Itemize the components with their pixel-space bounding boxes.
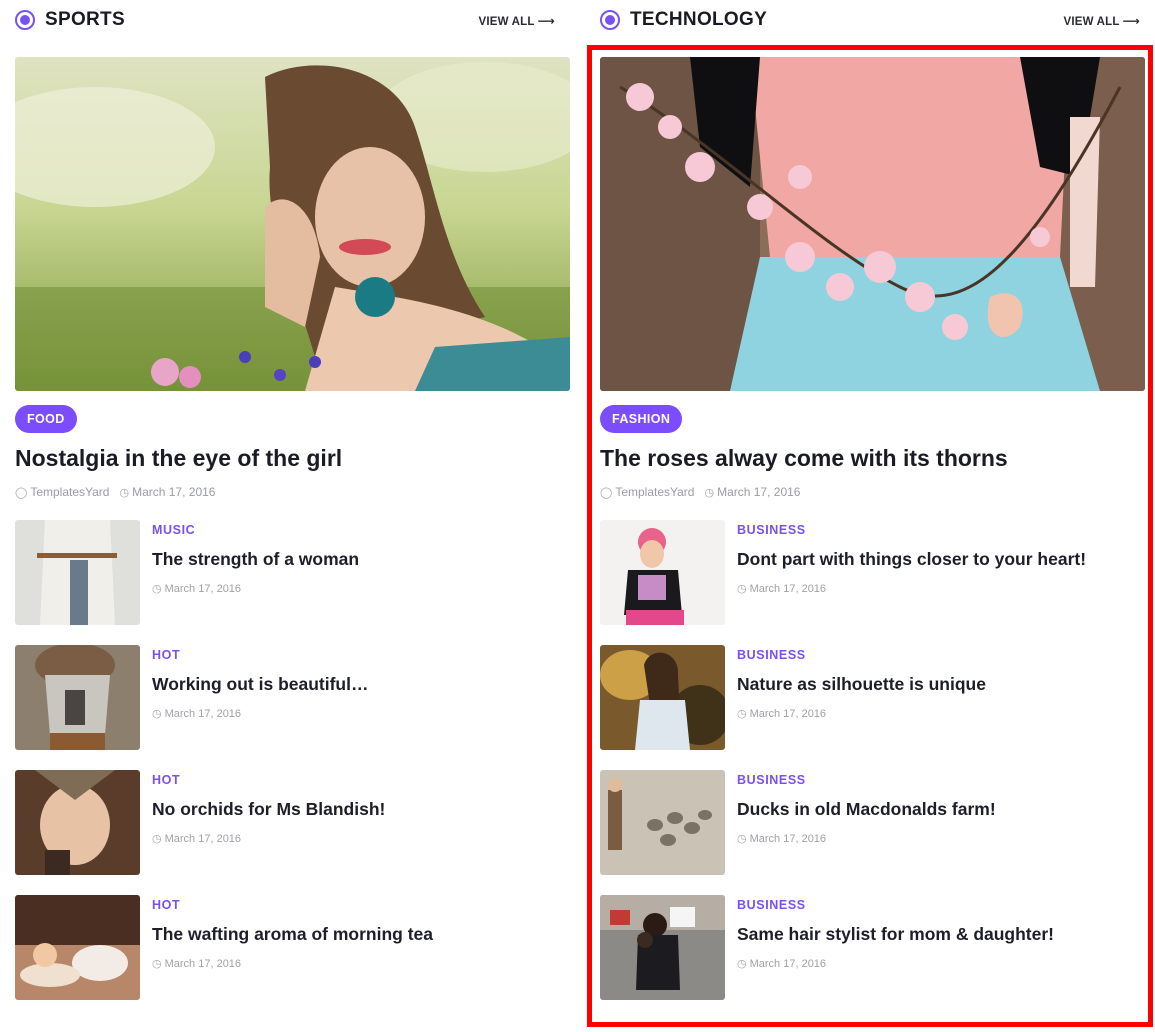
clock-icon: ◷ — [152, 958, 162, 970]
feature-image[interactable] — [600, 57, 1145, 391]
item-date-text: March 17, 2016 — [164, 833, 242, 845]
feature-title[interactable]: Nostalgia in the eye of the girl — [15, 445, 570, 472]
item-date-text: March 17, 2016 — [749, 708, 827, 720]
feature-author[interactable]: TemplatesYard — [615, 485, 694, 499]
list-item: MUSIC The strength of a woman ◷ March 17,… — [15, 520, 570, 625]
feature-date: March 17, 2016 — [132, 485, 216, 499]
item-category[interactable]: HOT — [152, 773, 180, 787]
user-icon: ◯ — [600, 487, 613, 499]
feature-image[interactable] — [15, 57, 570, 391]
item-date: ◷ March 17, 2016 — [737, 582, 826, 595]
item-title[interactable]: Working out is beautiful… — [152, 674, 368, 695]
item-date-text: March 17, 2016 — [164, 958, 242, 970]
item-date: ◷ March 17, 2016 — [152, 707, 241, 720]
item-date-text: March 17, 2016 — [749, 958, 827, 970]
view-all-label: VIEW ALL — [1063, 16, 1120, 28]
technology-section: TECHNOLOGY VIEW ALL ⟶ FASHION The roses … — [600, 0, 1155, 1000]
item-date-text: March 17, 2016 — [164, 583, 242, 595]
radio-dot-icon — [15, 10, 35, 30]
feature-meta: ◯ TemplatesYard ◷ March 17, 2016 — [15, 485, 215, 499]
thumbnail-image[interactable] — [600, 895, 725, 1000]
item-title[interactable]: Ducks in old Macdonalds farm! — [737, 799, 996, 820]
thumbnail-image[interactable] — [15, 645, 140, 750]
user-icon: ◯ — [15, 487, 28, 499]
item-title[interactable]: Nature as silhouette is unique — [737, 674, 986, 695]
item-date-text: March 17, 2016 — [749, 583, 827, 595]
list-item: HOT No orchids for Ms Blandish! ◷ March 1… — [15, 770, 570, 875]
arrow-right-icon: ⟶ — [1122, 14, 1140, 28]
clock-icon: ◷ — [152, 833, 162, 845]
feature-category-badge[interactable]: FOOD — [15, 405, 77, 433]
item-title[interactable]: The wafting aroma of morning tea — [152, 924, 433, 945]
list-item: BUSINESS Nature as silhouette is unique … — [600, 645, 1155, 750]
item-date-text: March 17, 2016 — [749, 833, 827, 845]
list-item: BUSINESS Dont part with things closer to… — [600, 520, 1155, 625]
clock-icon: ◷ — [737, 708, 747, 720]
item-category[interactable]: MUSIC — [152, 523, 195, 537]
section-header: TECHNOLOGY VIEW ALL ⟶ — [600, 0, 1155, 42]
feature-author[interactable]: TemplatesYard — [30, 485, 109, 499]
item-category[interactable]: BUSINESS — [737, 523, 806, 537]
item-date-text: March 17, 2016 — [164, 708, 242, 720]
thumbnail-image[interactable] — [600, 645, 725, 750]
section-header: SPORTS VIEW ALL ⟶ — [15, 0, 570, 42]
item-category[interactable]: HOT — [152, 898, 180, 912]
thumbnail-image[interactable] — [600, 770, 725, 875]
clock-icon: ◷ — [704, 487, 715, 499]
item-title[interactable]: No orchids for Ms Blandish! — [152, 799, 385, 820]
item-date: ◷ March 17, 2016 — [152, 832, 241, 845]
item-title[interactable]: Same hair stylist for mom & daughter! — [737, 924, 1054, 945]
list-item: BUSINESS Same hair stylist for mom & dau… — [600, 895, 1155, 1000]
thumbnail-image[interactable] — [15, 520, 140, 625]
feature-title[interactable]: The roses alway come with its thorns — [600, 445, 1155, 472]
feature-meta: ◯ TemplatesYard ◷ March 17, 2016 — [600, 485, 800, 499]
clock-icon: ◷ — [737, 833, 747, 845]
radio-dot-icon — [600, 10, 620, 30]
list-item: BUSINESS Ducks in old Macdonalds farm! ◷… — [600, 770, 1155, 875]
item-date: ◷ March 17, 2016 — [737, 957, 826, 970]
item-date: ◷ March 17, 2016 — [737, 707, 826, 720]
sports-section: SPORTS VIEW ALL ⟶ FOOD Nostalgia in the … — [15, 0, 570, 1000]
thumbnail-image[interactable] — [600, 520, 725, 625]
item-category[interactable]: BUSINESS — [737, 898, 806, 912]
item-title[interactable]: Dont part with things closer to your hea… — [737, 549, 1086, 570]
feature-date: March 17, 2016 — [717, 485, 801, 499]
item-date: ◷ March 17, 2016 — [737, 832, 826, 845]
item-title[interactable]: The strength of a woman — [152, 549, 359, 570]
item-category[interactable]: HOT — [152, 648, 180, 662]
item-category[interactable]: BUSINESS — [737, 773, 806, 787]
list-item: HOT The wafting aroma of morning tea ◷ Ma… — [15, 895, 570, 1000]
item-category[interactable]: BUSINESS — [737, 648, 806, 662]
clock-icon: ◷ — [152, 708, 162, 720]
view-all-label: VIEW ALL — [478, 16, 535, 28]
section-title: TECHNOLOGY — [630, 9, 768, 30]
clock-icon: ◷ — [737, 583, 747, 595]
thumbnail-image[interactable] — [15, 895, 140, 1000]
item-date: ◷ March 17, 2016 — [152, 582, 241, 595]
clock-icon: ◷ — [119, 487, 130, 499]
view-all-link[interactable]: VIEW ALL ⟶ — [478, 14, 555, 28]
section-title: SPORTS — [45, 9, 125, 30]
clock-icon: ◷ — [152, 583, 162, 595]
view-all-link[interactable]: VIEW ALL ⟶ — [1063, 14, 1140, 28]
arrow-right-icon: ⟶ — [537, 14, 555, 28]
list-item: HOT Working out is beautiful… ◷ March 17,… — [15, 645, 570, 750]
clock-icon: ◷ — [737, 958, 747, 970]
item-date: ◷ March 17, 2016 — [152, 957, 241, 970]
thumbnail-image[interactable] — [15, 770, 140, 875]
feature-category-badge[interactable]: FASHION — [600, 405, 683, 433]
